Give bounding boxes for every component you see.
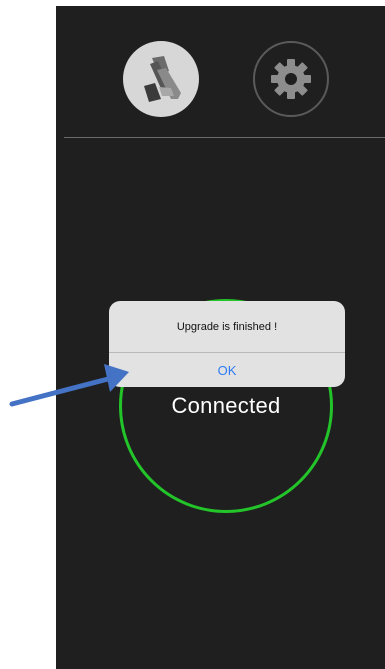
settings-button[interactable] xyxy=(253,41,329,117)
gear-icon xyxy=(271,59,311,99)
app-screen: Connected Upgrade is finished ! OK xyxy=(56,6,385,669)
alert-ok-button[interactable]: OK xyxy=(109,353,345,387)
card-reader-icon xyxy=(144,56,181,102)
screenshot-canvas: Connected Upgrade is finished ! OK xyxy=(0,0,385,669)
upgrade-alert-dialog: Upgrade is finished ! OK xyxy=(109,301,345,387)
alert-message: Upgrade is finished ! xyxy=(176,320,278,333)
card-reader-button[interactable] xyxy=(123,41,199,117)
top-toolbar xyxy=(56,6,385,136)
toolbar-divider xyxy=(64,137,385,138)
connection-status-label: Connected xyxy=(171,393,281,418)
